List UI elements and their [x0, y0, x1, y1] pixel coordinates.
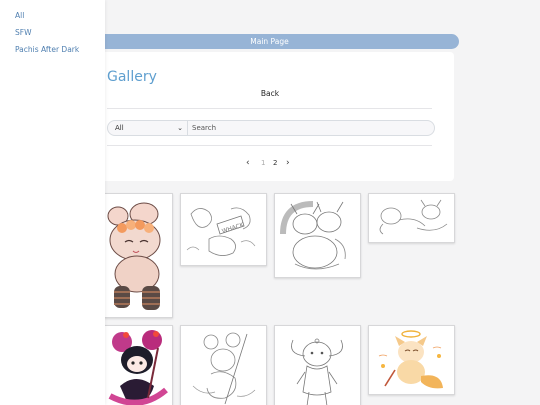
standing-figure-sketch-image — [275, 326, 360, 405]
golden-fox-colored-image — [369, 326, 454, 394]
filter-select[interactable]: All ⌄ — [108, 121, 188, 135]
sidebar-link-after-dark[interactable]: Pachis After Dark — [15, 45, 105, 55]
main-page-banner[interactable]: Main Page — [80, 34, 459, 49]
lying-characters-sketch-image — [369, 194, 454, 242]
page-title: Gallery — [107, 69, 157, 85]
chevron-right-icon[interactable]: › — [286, 157, 290, 169]
page: All SFW Pachis After Dark Main Page Gall… — [0, 0, 540, 405]
gallery-thumbnail[interactable] — [101, 325, 173, 405]
sidebar-link-all[interactable]: All — [15, 11, 105, 21]
sidebar: All SFW Pachis After Dark — [0, 0, 105, 405]
page-link-2[interactable]: 2 — [273, 157, 277, 169]
chevron-left-icon[interactable]: ‹ — [246, 157, 250, 169]
pagination: ‹ 1 2 › — [244, 157, 296, 169]
gallery-thumbnail[interactable]: WHACK — [180, 193, 267, 266]
horned-characters-sketch-image — [275, 194, 360, 277]
search-bar: All ⌄ — [107, 120, 435, 136]
gallery-thumbnail[interactable] — [274, 193, 361, 278]
bunny-character-image — [102, 194, 172, 317]
search-input[interactable] — [189, 121, 432, 135]
mouse-staff-sketch-image — [181, 326, 266, 405]
gallery-thumbnail[interactable] — [101, 193, 173, 318]
gallery-thumbnail[interactable] — [368, 325, 455, 395]
gallery-thumbnail[interactable] — [180, 325, 267, 405]
divider — [107, 145, 432, 146]
filter-select-value: All — [115, 124, 124, 132]
divider — [107, 108, 432, 109]
gallery-thumbnail[interactable] — [274, 325, 361, 405]
back-link[interactable]: Back — [260, 89, 280, 98]
chevron-down-icon: ⌄ — [177, 124, 183, 132]
mouse-character-colored-image — [102, 326, 172, 405]
page-link-1[interactable]: 1 — [261, 157, 265, 169]
gallery-thumbnail[interactable] — [368, 193, 455, 243]
sidebar-link-sfw[interactable]: SFW — [15, 28, 105, 38]
whack-sketch-image: WHACK — [181, 194, 266, 265]
